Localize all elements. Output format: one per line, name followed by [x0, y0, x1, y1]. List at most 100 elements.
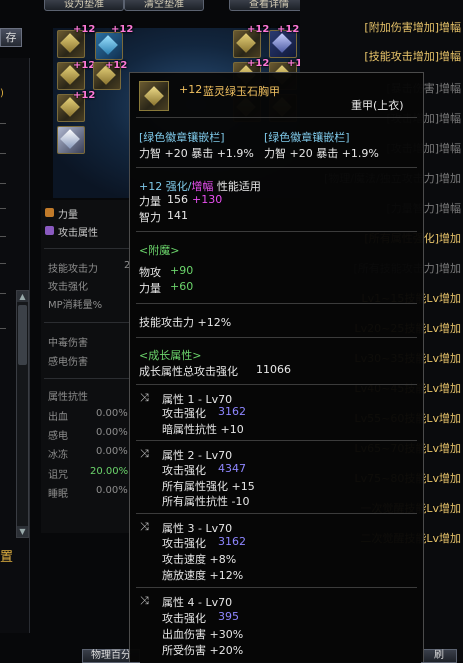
resist-label: 睡眠: [48, 489, 68, 500]
enchant-phys-label: 物攻: [139, 266, 161, 279]
strength-label: 力量: [139, 195, 161, 208]
divider: [44, 248, 129, 249]
clear-baseline-button[interactable]: 清空垫准: [124, 0, 204, 11]
socket-label: [绿色徽章镶嵌栏]: [139, 131, 225, 144]
attr-line: 暗属性抗性 +10: [162, 423, 244, 436]
mp-cost-label: MP消耗量%: [48, 300, 103, 311]
resist-label: 诅咒: [48, 470, 68, 481]
enchant-phys-value: +90: [170, 264, 194, 277]
scroll-thumb[interactable]: [18, 305, 27, 365]
divider: [136, 167, 417, 168]
attr-atk-value: 395: [218, 610, 239, 623]
shuffle-icon: ⤨: [140, 447, 149, 460]
list-item[interactable]: [附加伤害增加]增幅: [364, 19, 461, 35]
scroll-up-icon[interactable]: ▲: [17, 291, 28, 302]
strength-bonus: +130: [192, 193, 223, 206]
enhance-badge: +12: [73, 60, 96, 71]
enhance-badge: +12: [73, 24, 96, 35]
item-tooltip: +12 蓝灵绿玉石胸甲 重甲(上衣) [绿色徽章镶嵌栏] [绿色徽章镶嵌栏] 力…: [129, 72, 424, 662]
list-item[interactable]: [技能攻击增加]增幅: [364, 48, 461, 64]
enhance-badge: +12: [247, 58, 270, 69]
shuffle-icon: ⤨: [140, 594, 149, 607]
divider: [0, 123, 6, 124]
enhance-badge: +12: [105, 60, 128, 71]
atk-enhance-label: 攻击强化: [48, 282, 88, 293]
growth-total-label: 成长属性总攻击强化: [139, 365, 238, 378]
socket-label: [绿色徽章镶嵌栏]: [264, 131, 350, 144]
save-button[interactable]: 存: [0, 28, 22, 47]
title-slot[interactable]: [95, 32, 123, 60]
sidebar-marker: ): [0, 88, 4, 99]
attack-attr-label: 攻击属性: [58, 228, 98, 239]
attr-atk-label: 攻击强化: [162, 612, 206, 625]
shuffle-icon: ⤨: [140, 391, 149, 404]
resist-value: 20.00%: [90, 466, 129, 477]
attr-atk-label: 攻击强化: [162, 464, 206, 477]
attr-line: 所有属性抗性 -10: [162, 495, 250, 508]
divider: [136, 440, 417, 441]
divider: [0, 153, 6, 154]
enhance-badge: +12: [111, 24, 134, 35]
shock-dmg-label: 感电伤害: [48, 357, 88, 368]
attr-atk-label: 攻击强化: [162, 537, 206, 550]
resist-header: 属性抗性: [48, 392, 88, 403]
poison-dmg-label: 中毒伤害: [48, 338, 88, 349]
divider: [136, 231, 417, 232]
enhance-badge: +12: [73, 90, 96, 101]
divider: [136, 587, 417, 588]
strength-icon: [45, 208, 54, 217]
chest-armor-icon: [139, 81, 169, 111]
growth-header: <成长属性>: [139, 349, 202, 362]
skill-atk-label: 技能攻击力: [48, 264, 98, 275]
attr-line: 所受伤害 +20%: [162, 644, 244, 657]
attr-line: 施放速度 +12%: [162, 569, 244, 582]
resist-value: 0.00%: [96, 408, 128, 419]
stats-panel: 力量 攻击属性 技能攻击力 2 攻击强化 MP消耗量% 中毒伤害 感电伤害 属性…: [41, 200, 131, 533]
strength-label: 力量: [58, 210, 78, 221]
attr-title: 属性 2 - Lv70: [162, 449, 233, 462]
divider: [0, 183, 6, 184]
resist-label: 冰冻: [48, 450, 68, 461]
attr-atk-value: 4347: [218, 462, 246, 475]
enhance-badge: +12: [247, 24, 270, 35]
divider: [44, 378, 129, 379]
scroll-down-icon[interactable]: ▼: [17, 526, 28, 537]
resist-label: 感电: [48, 431, 68, 442]
attr-line: 所有属性强化 +15: [162, 480, 255, 493]
attr-line: 出血伤害 +30%: [162, 628, 244, 641]
pants-slot[interactable]: [57, 126, 85, 154]
divider: [136, 303, 417, 304]
resist-label: 出血: [48, 412, 68, 423]
divider: [0, 328, 6, 329]
shuffle-icon: ⤨: [140, 520, 149, 533]
growth-total-value: 11066: [256, 363, 291, 376]
divider: [0, 263, 6, 264]
stats-scrollbar[interactable]: ▲ ▼: [16, 290, 29, 538]
skill-atk-line: 技能攻击力 +12%: [139, 316, 232, 329]
enchant-header: <附魔>: [139, 244, 180, 257]
attr-title: 属性 3 - Lv70: [162, 522, 233, 535]
attr-atk-value: 3162: [218, 535, 246, 548]
divider: [136, 513, 417, 514]
resist-value: 0.00%: [96, 485, 128, 496]
view-details-button[interactable]: 查看详情: [229, 0, 309, 11]
intel-value: 141: [167, 209, 188, 222]
item-enhance: +12: [179, 83, 203, 96]
resist-value: 0.00%: [96, 446, 128, 457]
socket-stats: 力智 +20 暴击 +1.9%: [139, 147, 254, 160]
attr-atk-label: 攻击强化: [162, 407, 206, 420]
enhance-line: +12 强化/增幅 性能适用: [139, 180, 261, 193]
enchant-str-value: +60: [170, 280, 194, 293]
attr-title: 属性 4 - Lv70: [162, 596, 233, 609]
sidebar-bottom-char: 置: [0, 550, 14, 565]
divider: [44, 322, 129, 323]
intel-label: 智力: [139, 211, 161, 224]
enchant-str-label: 力量: [139, 282, 161, 295]
element-icon: [45, 226, 54, 235]
set-baseline-button[interactable]: 设为垫准: [44, 0, 124, 11]
resist-value: 0.00%: [96, 427, 128, 438]
attr-atk-value: 3162: [218, 405, 246, 418]
item-type: 重甲(上衣): [351, 99, 404, 112]
attr-line: 攻击速度 +8%: [162, 553, 237, 566]
divider: [0, 208, 6, 209]
